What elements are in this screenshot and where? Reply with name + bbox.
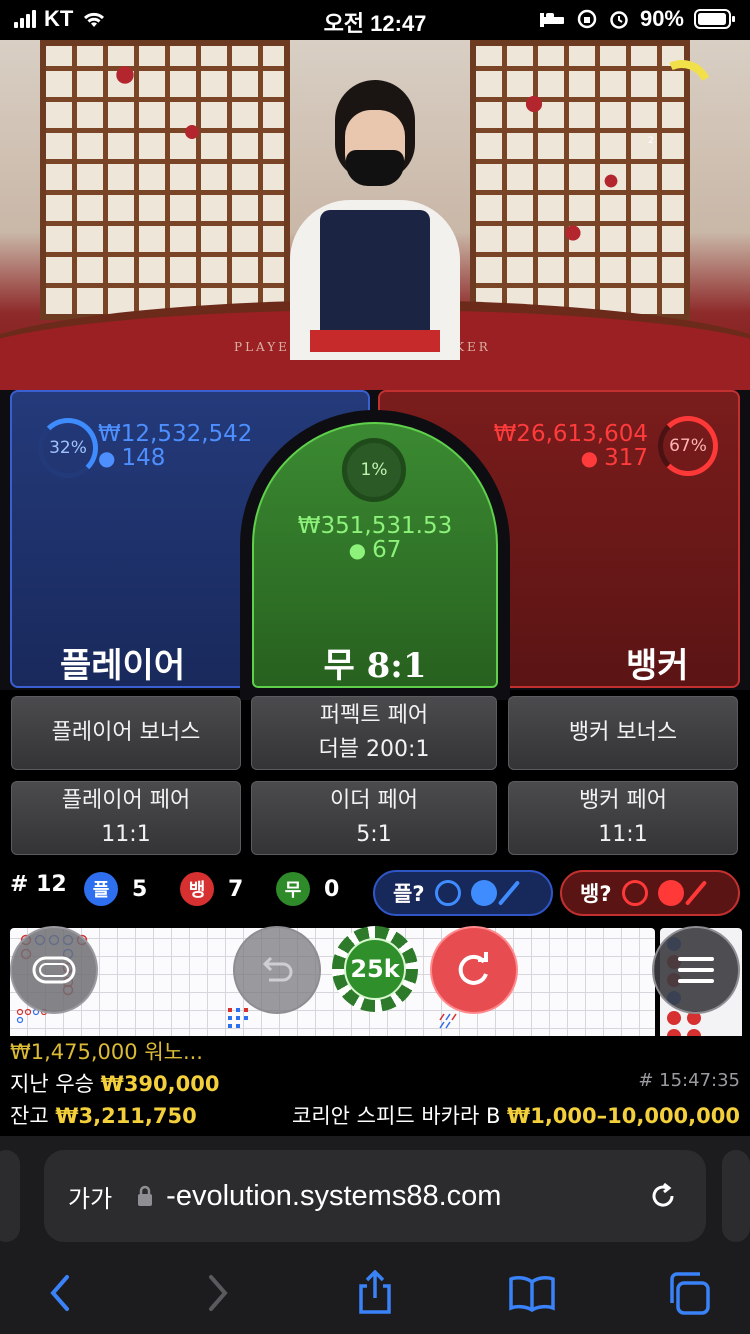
cockroach-slash-icon (497, 880, 520, 906)
forward-button[interactable] (194, 1270, 244, 1316)
reload-icon[interactable] (648, 1181, 678, 1211)
book-icon (509, 1276, 555, 1312)
battery-percent: 90% (639, 6, 684, 31)
score-summary: # 12 플 5 뱅 7 무 0 플? 뱅? (0, 866, 750, 918)
player-total-amount: ₩12,532,542 (98, 421, 253, 447)
battery-icon (694, 9, 735, 29)
text-size-button[interactable]: 가가 (68, 1179, 112, 1214)
dealer (280, 80, 470, 360)
banker-win-badge: 뱅 (180, 872, 214, 906)
game-info: ₩1,475,000 워노... 지난 우승 ₩390,000 # 15:47:… (0, 1036, 750, 1136)
back-button[interactable] (34, 1270, 84, 1316)
last-win-label: 지난 우승 (10, 1072, 94, 1096)
undo-button[interactable] (233, 926, 321, 1014)
tie-count-badge: 무 (276, 872, 310, 906)
cockroach-slash-icon (684, 880, 707, 906)
player-percent-ring: 32% (38, 418, 98, 478)
bookmarks-button[interactable] (507, 1270, 557, 1316)
last-win-value: ₩390,000 (100, 1072, 220, 1096)
big-eye-dot-icon (657, 880, 684, 906)
banker-prediction-button[interactable]: 뱅? (560, 870, 740, 916)
banker-label: 뱅커 (626, 646, 689, 686)
previous-tab-preview[interactable] (0, 1150, 20, 1242)
banker-win-count: 7 (228, 876, 244, 902)
roadmap-marks (16, 934, 457, 1029)
tabs-icon (670, 1272, 710, 1315)
banker-total-amount: ₩26,613,604 (493, 421, 648, 447)
big-road-circle-icon (434, 880, 461, 906)
gauge-label: 2 (648, 136, 654, 146)
person-icon: ● (348, 538, 367, 562)
tie-percent-ring: 1% (342, 438, 406, 502)
either-pair-button[interactable]: 이더 페어 5:1 (251, 781, 497, 855)
player-win-badge: 플 (84, 872, 118, 906)
player-prediction-button[interactable]: 플? (373, 870, 553, 916)
lock-icon (138, 1185, 153, 1206)
table-name: 코리안 스피드 바카라 B (292, 1104, 501, 1128)
alarm-icon (610, 11, 628, 29)
status-bar: KT 오전 12:47 90% (0, 0, 750, 40)
chip-value: 25k (344, 938, 406, 1000)
player-label: 플레이어 (60, 646, 186, 686)
menu-button[interactable] (652, 926, 740, 1014)
chip-selector[interactable]: 25k (332, 926, 418, 1012)
round-number: # 12 (10, 872, 67, 897)
banker-percent-ring: 67% (658, 416, 718, 476)
roadmap[interactable] (10, 928, 655, 1046)
banker-bettor-count: 317 (604, 445, 648, 471)
player-bonus-button[interactable]: 플레이어 보너스 (11, 696, 241, 770)
perfect-pair-button[interactable]: 퍼펙트 페어 더블 200:1 (251, 696, 497, 770)
player-pair-button[interactable]: 플레이어 페어 11:1 (11, 781, 241, 855)
big-road-circle-icon (621, 880, 648, 906)
hamburger-menu-icon (678, 957, 714, 983)
person-icon: ● (98, 446, 116, 470)
big-eye-dot-icon (470, 880, 497, 906)
person-icon: ● (580, 446, 599, 470)
winner-ticker: ₩1,475,000 워노... (10, 1040, 203, 1064)
share-button[interactable] (350, 1270, 400, 1316)
chevron-right-icon (209, 1275, 228, 1311)
url-text: -evolution.systems88.com (166, 1179, 502, 1212)
tie-total-amount: ₩351,531.53 (297, 513, 453, 539)
bet-limits: ₩1,000–10,000,000 (507, 1104, 740, 1128)
background-screen-left (40, 40, 290, 320)
round-time-code: # 15:47:35 (638, 1070, 740, 1091)
orientation-lock-icon (577, 9, 597, 29)
chevron-left-icon (50, 1275, 69, 1311)
tie-count: 0 (324, 876, 340, 902)
next-tab-preview[interactable] (722, 1150, 750, 1242)
repeat-bet-button[interactable] (430, 926, 518, 1014)
balance-label: 잔고 (10, 1104, 49, 1128)
undo-icon (262, 956, 293, 982)
share-icon (359, 1270, 391, 1314)
player-bettor-count: 148 (121, 445, 166, 471)
table-icon (32, 956, 76, 984)
tabs-button[interactable] (664, 1270, 714, 1316)
banker-pair-button[interactable]: 뱅커 페어 11:1 (508, 781, 738, 855)
lobby-button[interactable] (10, 926, 98, 1014)
player-win-count: 5 (132, 876, 148, 902)
repeat-icon (458, 952, 488, 985)
tie-bettor-count: 67 (372, 537, 402, 563)
address-bar[interactable]: 가가 -evolution.systems88.com (44, 1150, 706, 1242)
sleep-mode-icon (539, 13, 564, 27)
betting-area: 32% ₩12,532,542 ● 148 플레이어 ₩26,613,604 ● 3… (0, 390, 750, 700)
tie-label: 무 8:1 (323, 646, 427, 686)
balance-value: ₩3,211,750 (55, 1104, 197, 1128)
banker-bonus-button[interactable]: 뱅커 보너스 (508, 696, 738, 770)
live-video-stream: PLAYER BANKER 2 (0, 40, 750, 390)
